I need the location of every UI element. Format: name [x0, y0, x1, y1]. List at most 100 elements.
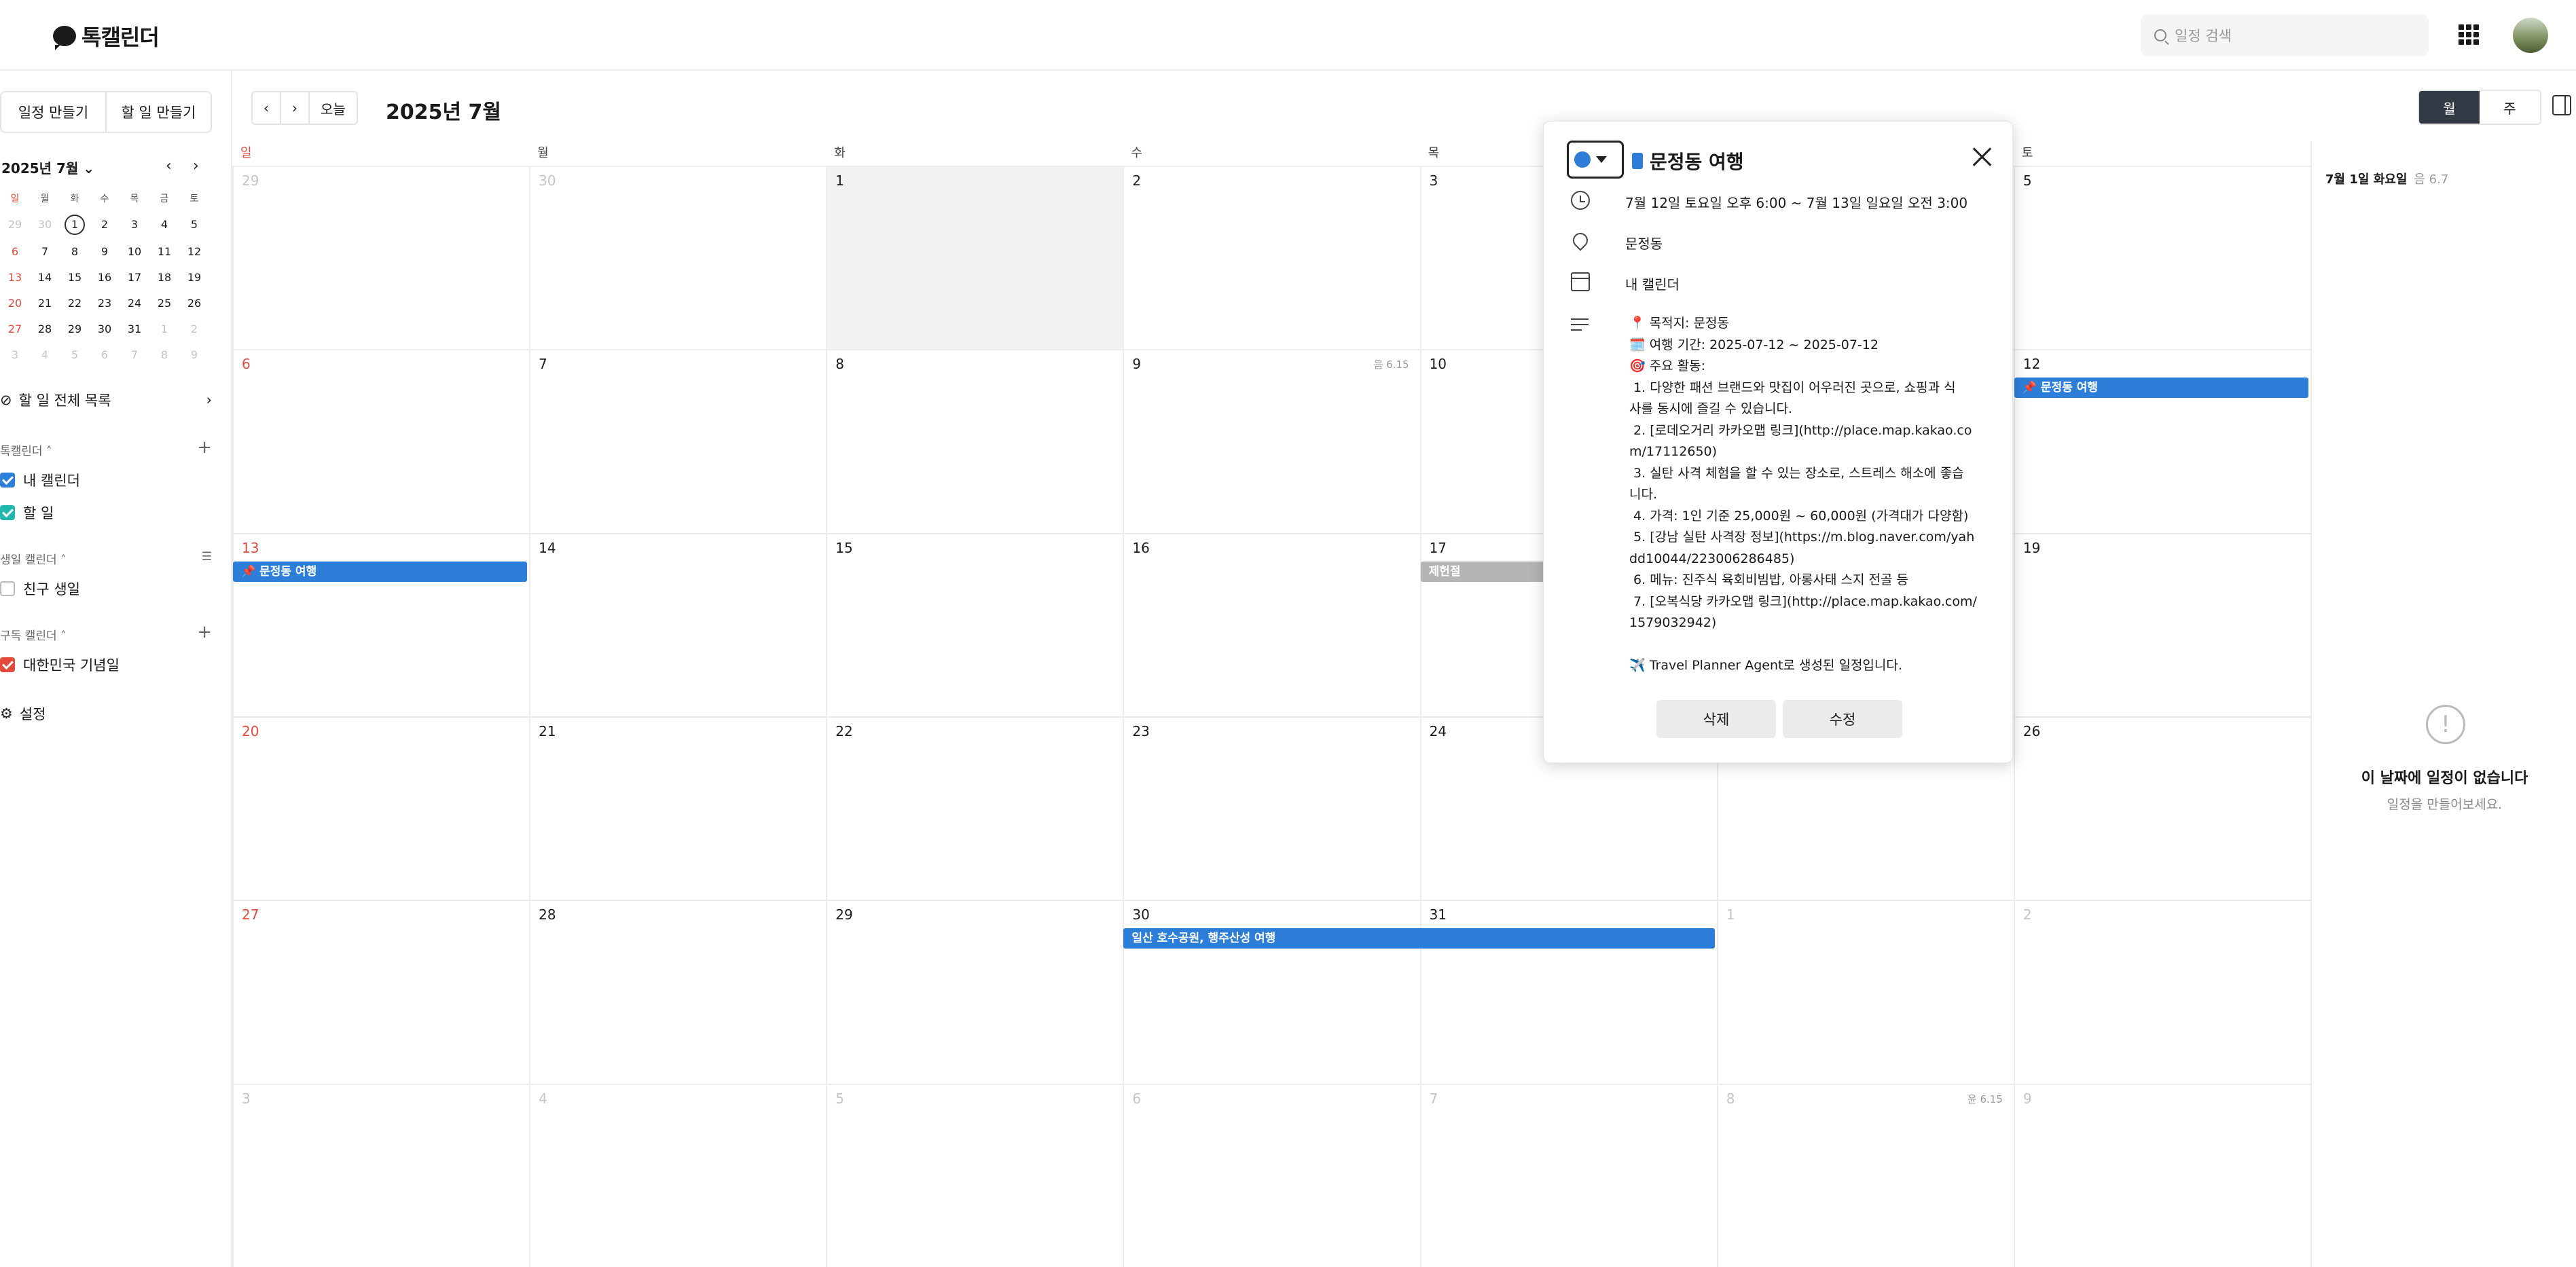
- day-cell[interactable]: 21: [529, 716, 827, 900]
- mini-day[interactable]: 29: [60, 320, 90, 338]
- event-bar[interactable]: 일산 호수공원, 행주산성 여행: [1123, 928, 1715, 949]
- day-cell[interactable]: 4: [529, 1083, 827, 1267]
- day-cell[interactable]: 29: [232, 166, 530, 350]
- event-bar[interactable]: 📌 문정동 여행: [233, 561, 528, 582]
- mini-day[interactable]: 21: [30, 295, 60, 312]
- mini-day[interactable]: 10: [120, 243, 149, 261]
- birthday-section[interactable]: 생일 캘린더 ˄ ☰: [0, 550, 212, 567]
- avatar[interactable]: [2513, 18, 2548, 53]
- mini-day[interactable]: 30: [30, 216, 60, 234]
- subscribed-section[interactable]: 구독 캘린더 ˄ +: [0, 622, 212, 643]
- mini-prev-icon[interactable]: ‹: [166, 158, 172, 175]
- mini-day[interactable]: 3: [120, 216, 149, 234]
- day-cell[interactable]: 23: [1123, 716, 1420, 900]
- mini-day[interactable]: 17: [120, 269, 149, 287]
- day-cell[interactable]: 29: [826, 900, 1123, 1084]
- checkbox-icon[interactable]: [0, 505, 15, 520]
- mini-day[interactable]: 26: [179, 295, 209, 312]
- mini-day[interactable]: 15: [60, 269, 90, 287]
- mini-day[interactable]: 31: [120, 320, 149, 338]
- day-cell[interactable]: 22: [826, 716, 1123, 900]
- day-cell[interactable]: 31: [1419, 900, 1717, 1084]
- day-cell[interactable]: 9 음 6.15: [1123, 349, 1420, 533]
- event-bar[interactable]: 📌 문정동 여행: [2014, 378, 2308, 399]
- app-logo[interactable]: 톡캘린더: [53, 20, 160, 52]
- mini-day[interactable]: 28: [30, 320, 60, 338]
- week-view-tab[interactable]: 주: [2480, 91, 2540, 124]
- day-cell[interactable]: 30: [529, 166, 827, 350]
- month-view-tab[interactable]: 월: [2419, 91, 2480, 124]
- create-event-button[interactable]: 일정 만들기: [1, 92, 105, 132]
- mini-day[interactable]: 7: [30, 243, 60, 261]
- mini-day[interactable]: 19: [179, 269, 209, 287]
- mini-day[interactable]: 6: [0, 243, 30, 261]
- next-month-icon[interactable]: ›: [280, 92, 308, 124]
- day-cell[interactable]: 2: [1123, 166, 1420, 350]
- close-icon[interactable]: [1970, 145, 1995, 169]
- mini-day[interactable]: 7: [120, 346, 149, 364]
- my-calendar-item[interactable]: 내 캘린더: [0, 470, 80, 490]
- mini-day[interactable]: 2: [179, 320, 209, 338]
- day-cell[interactable]: 19: [2013, 532, 2310, 716]
- mini-next-icon[interactable]: ›: [193, 158, 199, 175]
- day-cell[interactable]: 26: [2013, 716, 2310, 900]
- mini-day[interactable]: 6: [90, 346, 120, 364]
- day-cell[interactable]: 27: [232, 900, 530, 1084]
- friend-birthday-item[interactable]: 친구 생일: [0, 579, 80, 599]
- delete-button[interactable]: 삭제: [1656, 700, 1776, 738]
- day-cell[interactable]: 12: [2013, 349, 2310, 533]
- mini-day[interactable]: 30: [90, 320, 120, 338]
- prev-month-icon[interactable]: ‹: [253, 92, 280, 124]
- day-cell[interactable]: 9: [2013, 1083, 2310, 1267]
- day-cell[interactable]: 20: [232, 716, 530, 900]
- mini-day[interactable]: 8: [149, 346, 179, 364]
- day-cell[interactable]: 16: [1123, 532, 1420, 716]
- day-cell[interactable]: 6: [1123, 1083, 1420, 1267]
- mini-calendar-title[interactable]: 2025년 7월 ⌄: [1, 158, 94, 177]
- day-cell[interactable]: 30: [1123, 900, 1420, 1084]
- checkbox-icon[interactable]: [0, 581, 15, 596]
- mini-day[interactable]: 27: [0, 320, 30, 338]
- mini-day[interactable]: 11: [149, 243, 179, 261]
- talk-calendar-section[interactable]: 톡캘린더 ˄ +: [0, 437, 212, 458]
- day-cell[interactable]: 2: [2013, 900, 2310, 1084]
- mini-day[interactable]: 9: [90, 243, 120, 261]
- day-cell[interactable]: 14: [529, 532, 827, 716]
- mini-day[interactable]: 29: [0, 216, 30, 234]
- todo-calendar-item[interactable]: 할 일: [0, 502, 54, 523]
- day-cell[interactable]: 1: [1716, 900, 2014, 1084]
- mini-day[interactable]: 13: [0, 269, 30, 287]
- mini-day[interactable]: 14: [30, 269, 60, 287]
- add-icon[interactable]: +: [197, 622, 212, 642]
- day-cell[interactable]: 7: [529, 349, 827, 533]
- add-icon[interactable]: +: [197, 437, 212, 458]
- checkbox-icon[interactable]: [0, 473, 15, 488]
- color-picker[interactable]: [1567, 141, 1624, 179]
- settings-link[interactable]: ⚙ 설정: [0, 703, 46, 724]
- mini-day[interactable]: 5: [179, 216, 209, 234]
- mini-day[interactable]: 23: [90, 295, 120, 312]
- mini-day[interactable]: 18: [149, 269, 179, 287]
- edit-button[interactable]: 수정: [1783, 700, 1902, 738]
- day-cell[interactable]: 8: [826, 349, 1123, 533]
- day-cell[interactable]: 13: [232, 532, 530, 716]
- checkbox-icon[interactable]: [0, 657, 15, 672]
- day-cell[interactable]: 1: [826, 166, 1123, 350]
- mini-day[interactable]: 20: [0, 295, 30, 312]
- holidays-item[interactable]: 대한민국 기념일: [0, 655, 120, 675]
- day-cell[interactable]: 8 윤 6.15: [1716, 1083, 2014, 1267]
- mini-day[interactable]: 4: [30, 346, 60, 364]
- mini-day[interactable]: 22: [60, 295, 90, 312]
- mini-day[interactable]: 8: [60, 243, 90, 261]
- mini-day[interactable]: 5: [60, 346, 90, 364]
- day-cell[interactable]: 28: [529, 900, 827, 1084]
- mini-day[interactable]: 12: [179, 243, 209, 261]
- day-cell[interactable]: 5: [826, 1083, 1123, 1267]
- apps-grid-icon[interactable]: [2459, 24, 2479, 45]
- mini-day[interactable]: 25: [149, 295, 179, 312]
- create-todo-button[interactable]: 할 일 만들기: [105, 92, 211, 132]
- search-input[interactable]: 일정 검색: [2141, 15, 2429, 56]
- mini-day[interactable]: 16: [90, 269, 120, 287]
- mini-day[interactable]: 1: [65, 215, 85, 235]
- day-cell[interactable]: 6: [232, 349, 530, 533]
